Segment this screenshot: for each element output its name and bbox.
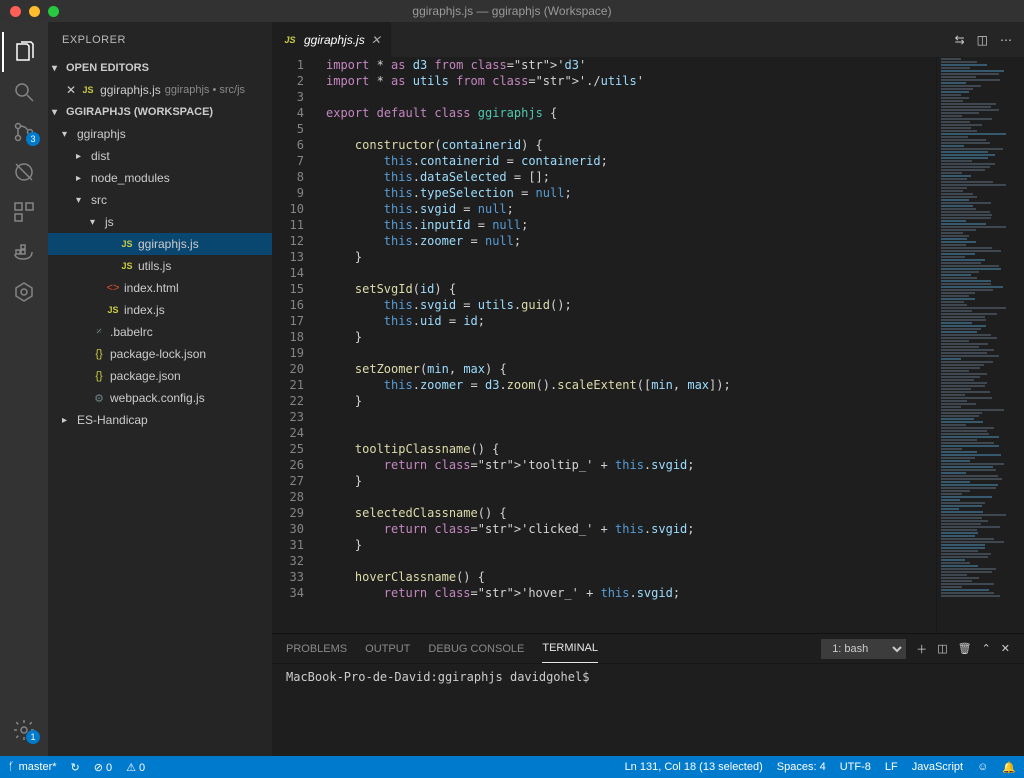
notifications-icon[interactable]: 🔔 xyxy=(1002,761,1016,774)
file-row[interactable]: {}package.json xyxy=(48,365,272,387)
debug-icon[interactable] xyxy=(2,152,46,192)
split-terminal-icon[interactable]: ◫ xyxy=(937,642,947,655)
file-row[interactable]: JSutils.js xyxy=(48,255,272,277)
file-row[interactable]: {}package-lock.json xyxy=(48,343,272,365)
file-row[interactable]: <>index.html xyxy=(48,277,272,299)
language-mode[interactable]: JavaScript xyxy=(912,761,963,774)
maximize-window[interactable] xyxy=(48,6,59,17)
minimap[interactable] xyxy=(936,57,1024,633)
feedback-icon[interactable]: ☺ xyxy=(977,761,988,774)
search-icon[interactable] xyxy=(2,72,46,112)
modified-icon: ✕ xyxy=(66,83,76,97)
errors-count[interactable]: ⊘ 0 xyxy=(94,761,112,774)
status-bar: ᚶ master* ↻ ⊘ 0 ⚠ 0 Ln 131, Col 18 (13 s… xyxy=(0,756,1024,778)
panel-tab-problems[interactable]: PROBLEMS xyxy=(286,634,347,663)
compare-changes-icon[interactable]: ⇆ xyxy=(955,33,965,47)
editor-area: JS ggiraphjs.js ✕ ⇆ ◫ ⋯ 1234567891011121… xyxy=(272,22,1024,778)
more-actions-icon[interactable]: ⋯ xyxy=(1000,33,1012,47)
source-control-icon[interactable]: 3 xyxy=(2,112,46,152)
activity-bar: 3 1 xyxy=(0,22,48,778)
settings-badge: 1 xyxy=(26,730,40,744)
folder-row[interactable]: ▸node_modules xyxy=(48,167,272,189)
file-row[interactable]: ⚙webpack.config.js xyxy=(48,387,272,409)
cursor-position[interactable]: Ln 131, Col 18 (13 selected) xyxy=(625,761,763,774)
encoding[interactable]: UTF-8 xyxy=(840,761,871,774)
close-tab-icon[interactable]: ✕ xyxy=(371,33,381,47)
file-row[interactable]: 𝄎.babelrc xyxy=(48,321,272,343)
titlebar: ggiraphjs.js — ggiraphjs (Workspace) xyxy=(0,0,1024,22)
warnings-count[interactable]: ⚠ 0 xyxy=(126,761,145,774)
editor-tabs: JS ggiraphjs.js ✕ ⇆ ◫ ⋯ xyxy=(272,22,1024,57)
minimize-window[interactable] xyxy=(29,6,40,17)
folder-row[interactable]: ▾src xyxy=(48,189,272,211)
extensions-icon[interactable] xyxy=(2,192,46,232)
sidebar-title: EXPLORER xyxy=(48,22,272,57)
close-panel-icon[interactable]: ✕ xyxy=(1001,642,1010,655)
sidebar: EXPLORER ▾OPEN EDITORS ✕ JS ggiraphjs.js… xyxy=(48,22,272,778)
panel-tab-debug[interactable]: DEBUG CONSOLE xyxy=(428,634,524,663)
workspace-header[interactable]: ▾GGIRAPHJS (WORKSPACE) xyxy=(48,101,272,123)
folder-row[interactable]: ▸ES-Handicap xyxy=(48,409,272,431)
tab-label: ggiraphjs.js xyxy=(304,33,365,47)
docker-icon[interactable] xyxy=(2,232,46,272)
open-editors-header[interactable]: ▾OPEN EDITORS xyxy=(48,57,272,79)
terminal-selector[interactable]: 1: bash xyxy=(821,639,906,659)
folder-row[interactable]: ▾ggiraphjs xyxy=(48,123,272,145)
panel-tab-output[interactable]: OUTPUT xyxy=(365,634,410,663)
new-terminal-icon[interactable]: ＋ xyxy=(916,641,927,657)
eol[interactable]: LF xyxy=(885,761,898,774)
indentation[interactable]: Spaces: 4 xyxy=(777,761,826,774)
git-branch[interactable]: ᚶ master* xyxy=(8,761,57,773)
js-file-icon: JS xyxy=(80,85,96,95)
folder-row[interactable]: ▸dist xyxy=(48,145,272,167)
kubernetes-icon[interactable] xyxy=(2,272,46,312)
code-editor[interactable]: import * as d3 from class="str">'d3'impo… xyxy=(318,57,936,633)
editor-tab[interactable]: JS ggiraphjs.js ✕ xyxy=(272,22,392,57)
panel-tab-terminal[interactable]: TERMINAL xyxy=(542,634,598,663)
file-tree: ▾ggiraphjs▸dist▸node_modules▾src▾jsJSggi… xyxy=(48,123,272,431)
kill-terminal-icon[interactable]: 🗑 xyxy=(958,642,972,655)
open-editor-item[interactable]: ✕ JS ggiraphjs.js ggiraphjs • src/js xyxy=(48,79,272,101)
file-row[interactable]: JSindex.js xyxy=(48,299,272,321)
line-numbers: 1234567891011121314151617181920212223242… xyxy=(272,57,318,633)
settings-gear-icon[interactable]: 1 xyxy=(2,710,46,750)
js-file-icon: JS xyxy=(282,35,298,45)
split-editor-icon[interactable]: ◫ xyxy=(977,33,988,47)
explorer-icon[interactable] xyxy=(2,32,46,72)
scm-badge: 3 xyxy=(26,132,40,146)
file-row[interactable]: JSggiraphjs.js xyxy=(48,233,272,255)
maximize-panel-icon[interactable]: ⌃ xyxy=(982,642,991,655)
window-title: ggiraphjs.js — ggiraphjs (Workspace) xyxy=(412,4,611,18)
close-window[interactable] xyxy=(10,6,21,17)
folder-row[interactable]: ▾js xyxy=(48,211,272,233)
sync-icon[interactable]: ↻ xyxy=(71,761,80,774)
